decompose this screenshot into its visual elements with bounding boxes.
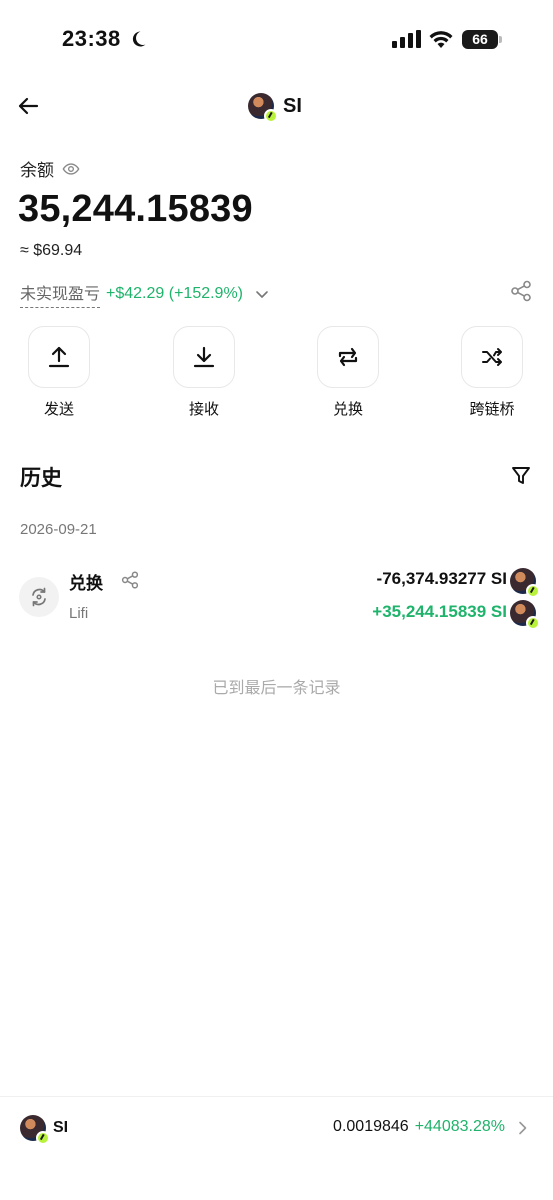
bridge-button[interactable]: 跨链桥 <box>461 326 523 419</box>
balance-fiat-value: ≈ $69.94 <box>20 242 83 259</box>
cellular-signal-icon <box>392 30 421 48</box>
token-avatar-icon <box>510 568 540 598</box>
battery-level: 66 <box>462 30 498 49</box>
moon-icon <box>132 31 146 47</box>
status-bar: 23:38 66 <box>0 26 553 56</box>
tx-amount-in: +35,244.15839 SI <box>372 602 507 621</box>
bridge-button-box[interactable] <box>461 326 523 388</box>
tx-amount-out: -76,374.93277 SI <box>376 569 507 588</box>
swap-icon <box>338 347 358 367</box>
header-token-name: SI <box>283 94 302 117</box>
chain-badge-icon <box>264 109 278 123</box>
unrealized-pnl-row[interactable]: 未实现盈亏 +$42.29 (+152.9%) <box>20 280 269 308</box>
header-token: SI <box>248 92 302 123</box>
chain-badge-icon <box>526 616 540 630</box>
receive-button[interactable]: 接收 <box>173 326 235 419</box>
pnl-value: +$42.29 (+152.9%) <box>106 285 244 302</box>
balance-label: 余额 <box>20 161 54 180</box>
wifi-icon <box>429 31 453 48</box>
chevron-right-icon[interactable] <box>517 1121 529 1135</box>
bridge-label: 跨链桥 <box>469 401 515 418</box>
send-button[interactable]: 发送 <box>28 326 90 419</box>
price-change: +44083.28% <box>414 1118 505 1135</box>
battery-indicator: 66 <box>462 30 502 49</box>
swap-button[interactable]: 兑换 <box>317 326 379 419</box>
balance-label-row: 余额 <box>20 156 80 181</box>
tx-title: 兑换 <box>69 574 103 593</box>
battery-tip <box>499 36 502 43</box>
swap-circle-icon <box>32 587 46 607</box>
token-detail-page: 23:38 66 SI 余额 35,244.15839 ≈ $69.94 未实现… <box>0 0 553 1200</box>
send-button-box[interactable] <box>28 326 90 388</box>
chain-badge-icon <box>36 1131 50 1145</box>
token-avatar-icon <box>510 600 540 630</box>
bottom-price-info: 0.0019846 +44083.28% <box>333 1118 505 1136</box>
bottom-token-name: SI <box>53 1119 69 1136</box>
download-icon <box>193 346 215 368</box>
shuffle-icon <box>482 348 502 366</box>
share-icon[interactable] <box>121 571 139 589</box>
chain-badge-icon <box>526 584 540 598</box>
back-arrow-icon[interactable] <box>16 94 40 118</box>
token-price: 0.0019846 <box>333 1118 409 1135</box>
status-time: 23:38 <box>62 26 121 51</box>
eye-icon[interactable] <box>62 160 80 178</box>
filter-icon[interactable] <box>510 465 532 487</box>
share-icon[interactable] <box>510 280 532 302</box>
chevron-down-icon[interactable] <box>255 287 269 301</box>
send-label: 发送 <box>43 401 74 418</box>
swap-button-box[interactable] <box>317 326 379 388</box>
receive-label: 接收 <box>188 401 219 418</box>
bottom-price-bar[interactable]: SI 0.0019846 +44083.28% <box>0 1096 553 1156</box>
receive-button-box[interactable] <box>173 326 235 388</box>
pnl-label: 未实现盈亏 <box>20 280 101 308</box>
token-avatar-icon <box>20 1115 50 1145</box>
history-date: 2026-09-21 <box>20 521 97 538</box>
swap-label: 兑换 <box>332 401 363 418</box>
tx-type-icon <box>19 577 59 617</box>
balance-amount: 35,244.15839 <box>18 188 253 230</box>
transaction-row[interactable]: 兑换 Lifi -76,374.93277 SI +35,244.15839 S… <box>0 560 553 640</box>
token-avatar-icon <box>248 93 278 123</box>
history-title: 历史 <box>20 467 62 490</box>
bottom-token: SI <box>20 1115 69 1145</box>
upload-icon <box>48 346 70 368</box>
tx-provider: Lifi <box>69 605 89 622</box>
end-of-list-note: 已到最后一条记录 <box>212 680 341 697</box>
